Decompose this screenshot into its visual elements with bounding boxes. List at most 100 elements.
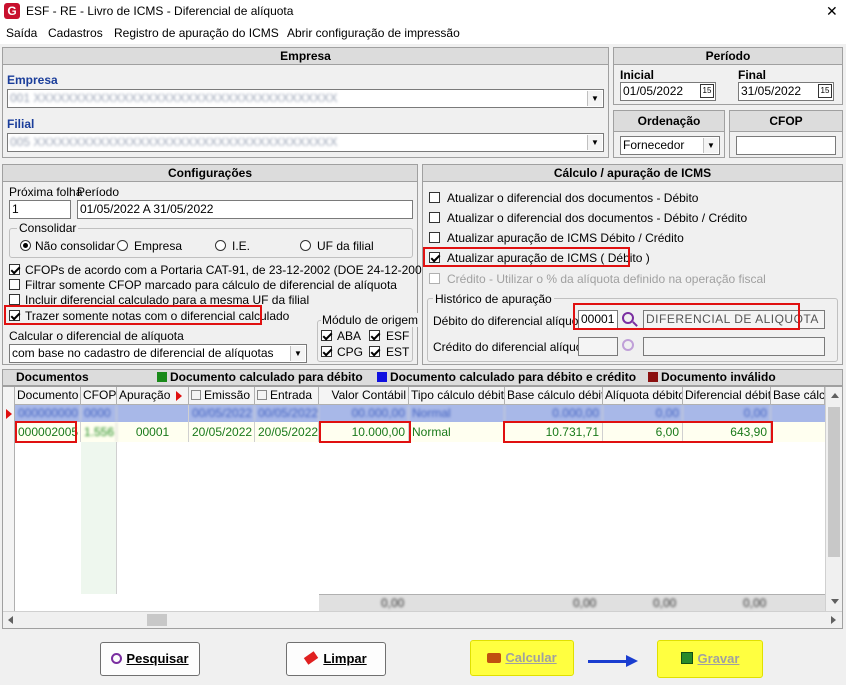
check-atualizar-apuracao-deb-cred[interactable] bbox=[429, 232, 440, 243]
total-base-calculo: 0,00 bbox=[573, 596, 597, 610]
row-pointer-icon bbox=[6, 409, 12, 419]
radio-nao-consolidar-label: Não consolidar bbox=[35, 239, 116, 253]
scroll-up-icon[interactable] bbox=[831, 393, 839, 398]
calculo-panel: Cálculo / apuração de ICMS Atualizar o d… bbox=[422, 164, 843, 365]
check-atualizar-apuracao-deb-cred-label: Atualizar apuração de ICMS Débito / Créd… bbox=[447, 231, 684, 245]
empresa-label: Empresa bbox=[7, 73, 58, 87]
search-icon[interactable] bbox=[622, 339, 634, 351]
highlight-box bbox=[503, 421, 773, 443]
periodo-header: Período bbox=[614, 48, 842, 65]
check-filtrar-cfop[interactable] bbox=[9, 279, 20, 290]
calculo-header: Cálculo / apuração de ICMS bbox=[423, 165, 842, 182]
col-tipo-calculo[interactable]: Tipo cálculo débito bbox=[409, 387, 505, 405]
debito-label: Débito do diferencial alíquota bbox=[433, 314, 589, 328]
chevron-down-icon[interactable]: ▼ bbox=[703, 138, 718, 153]
consolidar-label: Consolidar bbox=[17, 221, 79, 235]
col-aliquota[interactable]: Alíquota débito bbox=[603, 387, 683, 405]
col-cfop[interactable]: CFOP bbox=[81, 387, 117, 405]
calendar-icon bbox=[257, 390, 267, 400]
calendar-icon[interactable]: 15 bbox=[818, 84, 832, 98]
radio-ie[interactable] bbox=[215, 240, 226, 251]
check-atualizar-dif-debito-credito[interactable] bbox=[429, 212, 440, 223]
check-cfop-cat91[interactable] bbox=[9, 264, 20, 275]
radio-uf-filial[interactable] bbox=[300, 240, 311, 251]
scroll-down-icon[interactable] bbox=[831, 599, 839, 604]
radio-ie-label: I.E. bbox=[232, 239, 251, 253]
check-modulo-est[interactable] bbox=[369, 346, 380, 357]
check-modulo-cpg[interactable] bbox=[321, 346, 332, 357]
check-atualizar-dif-debito[interactable] bbox=[429, 192, 440, 203]
search-icon bbox=[111, 653, 123, 664]
filial-select[interactable]: 005 XXXXXXXXXXXXXXXXXXXXXXXXXXXXXXXXXXXX… bbox=[7, 133, 604, 152]
calendar-icon[interactable]: 15 bbox=[700, 84, 714, 98]
scroll-thumb[interactable] bbox=[828, 407, 840, 557]
col-diferencial[interactable]: Diferencial débito bbox=[683, 387, 771, 405]
close-icon[interactable]: ✕ bbox=[826, 3, 838, 20]
credito-desc-input bbox=[643, 337, 825, 356]
table-row[interactable]: 000000000 0000 00001 00/05/2022 00/05/20… bbox=[15, 405, 825, 422]
check-modulo-aba[interactable] bbox=[321, 330, 332, 341]
total-diferencial: 0,00 bbox=[743, 596, 767, 610]
col-base-calculo-credito[interactable]: Base cálculo bbox=[771, 387, 825, 405]
configuracoes-header: Configurações bbox=[3, 165, 417, 182]
scroll-thumb[interactable] bbox=[147, 614, 167, 626]
menu-abrir-config-impressao[interactable]: Abrir configuração de impressão bbox=[287, 26, 460, 40]
highlight-box bbox=[4, 305, 262, 325]
cfop-header: CFOP bbox=[730, 111, 842, 132]
column-fill bbox=[81, 442, 117, 594]
cfop-panel: CFOP bbox=[729, 110, 843, 158]
periodo-input[interactable]: 01/05/2022 A 31/05/2022 bbox=[77, 200, 413, 219]
title-bar: G ESF - RE - Livro de ICMS - Diferencial… bbox=[0, 0, 846, 22]
calendar-icon bbox=[191, 390, 201, 400]
radio-empresa[interactable] bbox=[117, 240, 128, 251]
empresa-select[interactable]: 001 XXXXXXXXXXXXXXXXXXXXXXXXXXXXXXXXXXXX… bbox=[7, 89, 604, 108]
check-modulo-esf[interactable] bbox=[369, 330, 380, 341]
menu-saida[interactable]: Saída bbox=[6, 26, 37, 40]
pesquisar-button[interactable]: Pesquisar bbox=[100, 642, 200, 676]
menu-cadastros[interactable]: Cadastros bbox=[48, 26, 103, 40]
periodo-label: Período bbox=[77, 185, 120, 199]
proxima-folha-input[interactable]: 1 bbox=[9, 200, 71, 219]
ordenacao-panel: Ordenação Fornecedor ▼ bbox=[613, 110, 725, 158]
scroll-right-icon[interactable] bbox=[831, 616, 836, 624]
radio-empresa-label: Empresa bbox=[134, 239, 183, 253]
col-base-calculo[interactable]: Base cálculo débito bbox=[505, 387, 603, 405]
configuracoes-panel: Configurações Próxima folha 1 Período 01… bbox=[2, 164, 432, 365]
ordenacao-header: Ordenação bbox=[614, 111, 724, 132]
horizontal-scrollbar[interactable] bbox=[3, 611, 842, 628]
empresa-header: Empresa bbox=[3, 48, 608, 65]
check-atualizar-dif-debito-label: Atualizar o diferencial dos documentos -… bbox=[447, 191, 699, 205]
chevron-down-icon[interactable]: ▼ bbox=[290, 346, 305, 361]
vertical-scrollbar[interactable] bbox=[825, 387, 842, 611]
chevron-down-icon[interactable]: ▼ bbox=[587, 91, 602, 106]
col-entrada[interactable]: Entrada bbox=[255, 387, 319, 405]
calcular-button[interactable]: Calcular bbox=[470, 640, 574, 676]
documentos-grid: Documento CFOP Apuração Emissão Entrada … bbox=[2, 386, 843, 629]
limpar-button[interactable]: Limpar bbox=[286, 642, 386, 676]
col-emissao[interactable]: Emissão bbox=[189, 387, 255, 405]
inicial-label: Inicial bbox=[620, 68, 655, 82]
col-valor-contabil[interactable]: Valor Contábil bbox=[319, 387, 409, 405]
check-modulo-est-label: EST bbox=[386, 345, 410, 359]
highlight-box bbox=[319, 421, 411, 443]
calcular-diferencial-select[interactable]: com base no cadastro de diferencial de a… bbox=[9, 344, 307, 363]
check-credito-utilizar[interactable] bbox=[429, 273, 440, 284]
radio-uf-filial-label: UF da filial bbox=[317, 239, 374, 253]
credito-code-input[interactable] bbox=[578, 337, 618, 356]
cfop-input[interactable] bbox=[736, 136, 836, 155]
chevron-down-icon[interactable]: ▼ bbox=[587, 135, 602, 150]
radio-nao-consolidar[interactable] bbox=[20, 240, 31, 251]
menu-registro-apuracao[interactable]: Registro de apuração do ICMS bbox=[114, 26, 279, 40]
check-modulo-cpg-label: CPG bbox=[337, 345, 364, 359]
legend-invalido: Documento inválido bbox=[661, 370, 776, 384]
check-credito-utilizar-label: Crédito - Utilizar o % da alíquota defin… bbox=[447, 272, 766, 286]
check-modulo-esf-label: ESF bbox=[386, 329, 410, 343]
legend-swatch-debito-credito bbox=[377, 372, 387, 382]
scroll-left-icon[interactable] bbox=[8, 616, 13, 624]
filial-label: Filial bbox=[7, 117, 35, 131]
col-documento[interactable]: Documento bbox=[15, 387, 81, 405]
arrow-right-icon bbox=[588, 660, 628, 663]
check-incluir-mesma-uf[interactable] bbox=[9, 294, 20, 305]
gravar-button[interactable]: Gravar bbox=[657, 640, 763, 678]
row-indicator-column bbox=[3, 387, 15, 611]
